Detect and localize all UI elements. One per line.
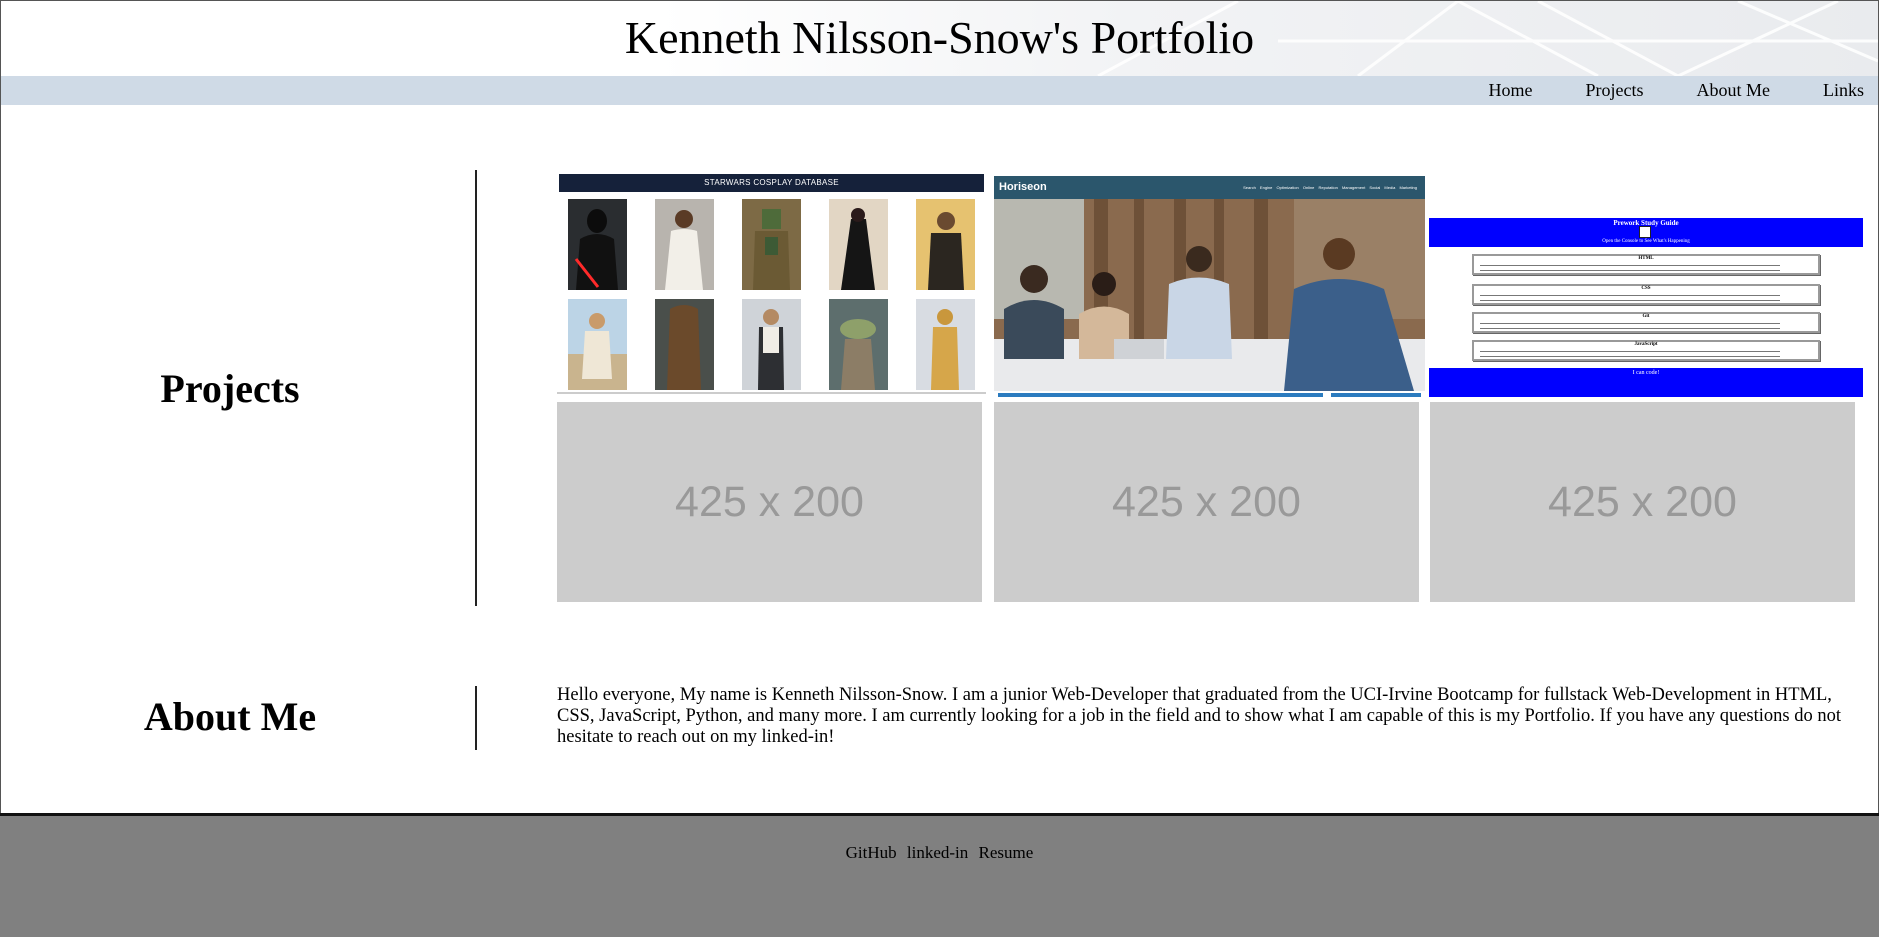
boba-fett-tile — [742, 199, 801, 290]
project-starwars-thumbnail[interactable]: STARWARS COSPLAY DATABASE — [557, 172, 986, 394]
nav-projects-link[interactable]: Projects — [1585, 76, 1643, 105]
prework-card: CSS — [1472, 284, 1820, 305]
about-divider — [475, 686, 477, 750]
sith-tile — [829, 199, 888, 290]
projects-divider — [475, 170, 477, 606]
project-prework-thumbnail[interactable]: Prework Study Guide Open the Console to … — [1429, 170, 1863, 397]
leia-tile — [655, 199, 714, 290]
nav-links-link[interactable]: Links — [1823, 76, 1864, 105]
project-placeholder[interactable]: 425 x 200 — [994, 402, 1419, 602]
site-footer: GitHub linked-in Resume — [0, 813, 1879, 937]
nav-about-link[interactable]: About Me — [1696, 76, 1770, 105]
chewbacca-tile — [655, 299, 714, 390]
jedi-tile — [916, 199, 975, 290]
prework-card: JavaScript — [1472, 340, 1820, 361]
project-horiseon-thumbnail[interactable]: Horiseon Search Engine Optimization Onli… — [994, 176, 1425, 398]
starwars-banner-title: STARWARS COSPLAY DATABASE — [704, 178, 839, 187]
horiseon-header: Horiseon Search Engine Optimization Onli… — [994, 176, 1425, 199]
site-header: Kenneth Nilsson-Snow's Portfolio — [1, 1, 1878, 76]
prework-card: HTML — [1472, 254, 1820, 275]
starwars-banner: STARWARS COSPLAY DATABASE — [559, 174, 984, 192]
projects-heading: Projects — [160, 366, 300, 411]
prework-logo-icon — [1639, 226, 1651, 238]
darth-vader-tile — [568, 199, 627, 290]
yoda-tile — [829, 299, 888, 390]
horiseon-logo: Horiseon — [999, 181, 1047, 193]
footer-resume-link[interactable]: Resume — [979, 843, 1034, 862]
about-heading: About Me — [143, 694, 317, 739]
horiseon-hero-image — [994, 199, 1425, 391]
nav-home-link[interactable]: Home — [1488, 76, 1532, 105]
horiseon-nav-links: Search Engine Optimization Online Reputa… — [1243, 185, 1417, 190]
prework-card: Git — [1472, 312, 1820, 333]
main-nav: Home Projects About Me Links — [1, 76, 1878, 105]
prework-footer: I can code! — [1429, 368, 1863, 397]
project-placeholder[interactable]: 425 x 200 — [557, 402, 982, 602]
project-placeholder[interactable]: 425 x 200 — [1430, 402, 1855, 602]
c3po-tile — [916, 299, 975, 390]
footer-linkedin-link[interactable]: linked-in — [907, 843, 968, 862]
prework-subtitle: Open the Console to See What's Happening — [1602, 239, 1690, 244]
prework-header: Prework Study Guide Open the Console to … — [1429, 218, 1863, 247]
footer-github-link[interactable]: GitHub — [846, 843, 897, 862]
page-title: Kenneth Nilsson-Snow's Portfolio — [624, 12, 1255, 63]
luke-tile — [568, 299, 627, 390]
footer-links: GitHub linked-in Resume — [0, 843, 1879, 863]
han-solo-tile — [742, 299, 801, 390]
about-text: Hello everyone, My name is Kenneth Nilss… — [557, 685, 1841, 747]
